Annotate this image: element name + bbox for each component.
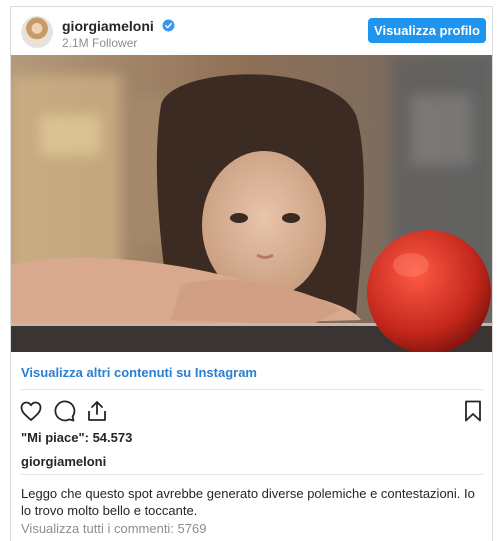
post-photo[interactable] [11,55,492,352]
photo-child-with-peach [11,55,492,352]
likes-count[interactable]: "Mi piace": 54.573 [21,430,132,445]
post-header: giorgiameloni 2.1M Follower Visualizza p… [11,7,492,55]
view-more-on-instagram-link[interactable]: Visualizza altri contenuti su Instagram [21,365,257,380]
bookmark-icon[interactable] [461,399,485,423]
post-caption: Leggo che questo spot avrebbe generato d… [21,486,475,518]
view-all-comments-link[interactable]: Visualizza tutti i commenti: 5769 [21,521,206,536]
divider [21,389,483,390]
avatar[interactable] [21,16,53,48]
username[interactable]: giorgiameloni [62,18,154,34]
caption-author[interactable]: giorgiameloni [21,454,106,469]
heart-icon[interactable] [19,399,43,423]
verified-badge-icon [162,19,175,32]
view-profile-button[interactable]: Visualizza profilo [368,18,486,43]
divider [21,474,483,475]
follower-count: 2.1M Follower [62,36,138,50]
share-icon[interactable] [85,399,109,423]
comment-icon[interactable] [52,399,76,423]
instagram-embed-card: giorgiameloni 2.1M Follower Visualizza p… [10,6,493,541]
post-actions [19,399,485,423]
